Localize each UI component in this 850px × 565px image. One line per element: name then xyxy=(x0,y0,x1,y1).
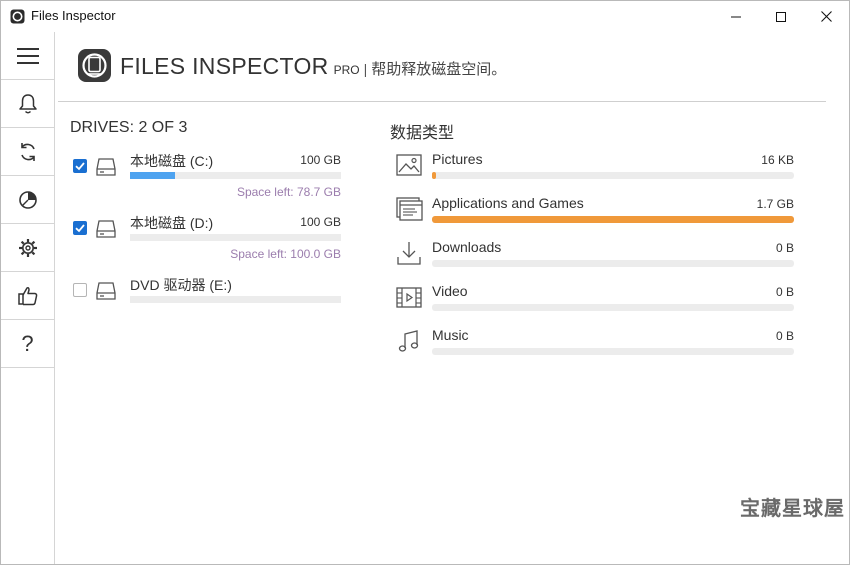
download-icon xyxy=(397,242,421,265)
type-size: 16 KB xyxy=(761,153,794,167)
settings-button[interactable] xyxy=(1,224,54,272)
drive-usage-bar xyxy=(130,172,341,179)
rate-button[interactable] xyxy=(1,272,54,320)
drive-checkbox[interactable] xyxy=(73,221,87,235)
type-size: 1.7 GB xyxy=(756,197,794,211)
brand-header: FILES INSPECTOR PRO | 帮助释放磁盘空间。 xyxy=(120,53,506,80)
help-icon: ? xyxy=(21,330,34,356)
app-window: Files Inspector ? FILES INSPECTOR PRO | … xyxy=(0,0,850,565)
type-name: Pictures xyxy=(432,151,483,167)
type-usage-bar xyxy=(432,348,794,355)
space-left-label: Space left: 78.7 GB xyxy=(236,185,341,199)
minimize-button[interactable] xyxy=(713,1,759,32)
brand-logo-icon xyxy=(78,49,111,82)
drive-usage-fill xyxy=(130,172,175,179)
gear-icon xyxy=(18,238,37,257)
thumbs-up-icon xyxy=(17,286,37,305)
edition-label: PRO xyxy=(333,63,360,77)
drive-row-c: 本地磁盘 (C:) 100 GB Space left: 78.7 GB xyxy=(71,151,343,206)
close-button[interactable] xyxy=(803,1,849,32)
minimize-icon xyxy=(731,16,741,17)
type-size: 0 B xyxy=(775,241,794,255)
music-icon xyxy=(398,330,419,352)
maximize-button[interactable] xyxy=(758,1,804,32)
type-usage-bar xyxy=(432,216,794,223)
header-separator: | xyxy=(363,61,368,77)
type-usage-bar xyxy=(432,304,794,311)
drive-row-e: DVD 驱动器 (E:) xyxy=(71,275,343,330)
drive-usage-bar xyxy=(130,296,341,303)
type-row-applications[interactable]: Applications and Games 1.7 GB xyxy=(393,195,795,235)
help-button[interactable]: ? xyxy=(1,320,54,368)
bell-icon xyxy=(18,93,37,113)
drive-name: 本地磁盘 (D:) xyxy=(130,215,214,231)
hard-drive-icon xyxy=(96,158,116,176)
watermark-text: 宝藏星球屋 xyxy=(740,498,845,520)
drive-size: 100 GB xyxy=(300,215,341,229)
space-left-label: Space left: 100.0 GB xyxy=(230,247,341,261)
type-name: Downloads xyxy=(432,239,502,255)
analysis-button[interactable] xyxy=(1,176,54,224)
type-name: Video xyxy=(432,283,468,299)
type-usage-bar xyxy=(432,260,794,267)
type-size: 0 B xyxy=(775,329,794,343)
type-size: 0 B xyxy=(775,285,794,299)
type-name: Applications and Games xyxy=(432,195,584,211)
type-row-video[interactable]: Video 0 B xyxy=(393,283,795,323)
type-row-music[interactable]: Music 0 B xyxy=(393,327,795,367)
types-title: 数据类型 xyxy=(390,125,455,142)
drive-name: DVD 驱动器 (E:) xyxy=(130,277,232,293)
header-divider xyxy=(58,101,826,102)
checkmark-icon xyxy=(75,224,85,233)
drives-title: DRIVES: 2 OF 3 xyxy=(70,119,188,136)
type-name: Music xyxy=(432,327,469,343)
menu-icon xyxy=(16,47,39,64)
drive-checkbox[interactable] xyxy=(73,283,87,297)
drive-checkbox[interactable] xyxy=(73,159,87,173)
drive-row-d: 本地磁盘 (D:) 100 GB Space left: 100.0 GB xyxy=(71,213,343,268)
type-row-pictures[interactable]: Pictures 16 KB xyxy=(393,151,795,191)
drive-usage-bar xyxy=(130,234,341,241)
notifications-button[interactable] xyxy=(1,80,54,128)
applications-icon xyxy=(396,197,423,221)
refresh-button[interactable] xyxy=(1,128,54,176)
hard-drive-icon xyxy=(96,220,116,238)
chart-icon xyxy=(18,190,37,209)
checkmark-icon xyxy=(75,162,85,171)
type-row-downloads[interactable]: Downloads 0 B xyxy=(393,239,795,279)
side-nav: ? xyxy=(1,32,55,564)
drive-size: 100 GB xyxy=(300,153,341,167)
type-usage-fill xyxy=(432,172,436,179)
video-icon xyxy=(396,287,422,308)
picture-icon xyxy=(396,154,422,176)
title-bar: Files Inspector xyxy=(1,1,849,32)
hard-drive-icon xyxy=(96,282,116,300)
brand-name: FILES INSPECTOR xyxy=(120,53,329,79)
drive-name: 本地磁盘 (C:) xyxy=(130,153,214,169)
refresh-icon xyxy=(20,142,35,161)
type-usage-fill xyxy=(432,216,794,223)
close-icon xyxy=(820,11,832,22)
type-usage-bar xyxy=(432,172,794,179)
tagline: 帮助释放磁盘空间。 xyxy=(371,61,507,78)
maximize-icon xyxy=(776,11,786,22)
window-title: Files Inspector xyxy=(31,8,116,23)
app-logo-icon xyxy=(10,9,25,24)
menu-button[interactable] xyxy=(1,32,54,80)
